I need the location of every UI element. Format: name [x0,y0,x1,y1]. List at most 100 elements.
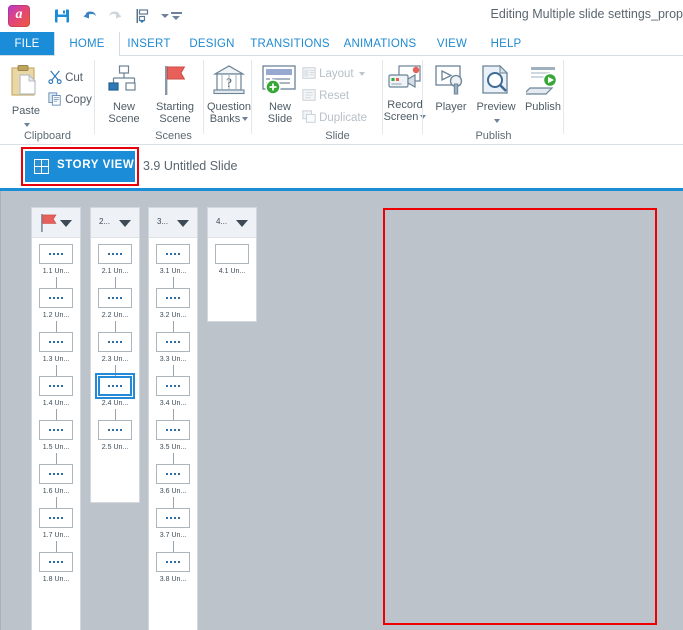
slide-label: 3.8 Un... [159,576,187,583]
question-banks-label-2: Banks [203,113,255,125]
slide-connector [172,453,174,464]
slide-thumbnail[interactable] [39,464,73,484]
chevron-down-icon[interactable] [119,220,131,227]
tab-design[interactable]: DESIGN [180,32,244,56]
align-icon[interactable] [134,7,152,25]
slide-thumbnail[interactable] [156,332,190,352]
slide-thumbnail[interactable] [39,244,73,264]
slide-thumbnail[interactable] [39,288,73,308]
duplicate-button[interactable]: Duplicate [302,110,382,124]
tab-view[interactable]: VIEW [424,32,480,56]
slide-thumbnail[interactable] [156,376,190,396]
question-bank-icon: ? [212,65,246,95]
redo-icon[interactable] [106,7,124,25]
slide-label: 1.6 Un... [42,488,70,495]
slide-thumbnail[interactable] [39,332,73,352]
red-flag-icon [41,214,57,232]
slide-label: 2.4 Un... [101,400,129,407]
slide-label: 3.5 Un... [159,444,187,451]
player-button[interactable]: Player [429,64,473,113]
slide-label: 1.2 Un... [42,312,70,319]
slide-thumbnail[interactable] [156,464,190,484]
cut-button[interactable]: Cut [48,70,94,85]
slide-thumbnail[interactable] [156,508,190,528]
slide-thumbnail[interactable] [156,420,190,440]
scene-column[interactable]: 2... 2.1 Un... 2.2 Un... 2.3 Un... 2.4 Un...… [91,208,139,502]
record-screen-label-2-text: Screen [383,111,419,123]
chevron-down-icon[interactable] [236,220,248,227]
scene-slide-list: 2.1 Un... 2.2 Un... 2.3 Un... 2.4 Un... 2.5 … [91,238,139,453]
paste-label: Paste [11,105,41,117]
slide-thumbnail[interactable] [98,332,132,352]
slide-thumbnail[interactable] [39,420,73,440]
scene-column[interactable]: 1.1 Un... 1.2 Un... 1.3 Un... 1.4 Un... 1.5 … [32,208,80,630]
slide-thumbnail[interactable] [98,420,132,440]
scene-column[interactable]: 3... 3.1 Un... 3.2 Un... 3.3 Un... 3.4 Un...… [149,208,197,630]
new-slide-icon [262,65,296,95]
preview-icon [482,64,509,94]
slide-content-placeholder [166,253,180,255]
slide-content-placeholder [49,385,63,387]
slide-connector [55,365,57,376]
slide-thumbnail[interactable] [156,244,190,264]
tab-transitions[interactable]: TRANSITIONS [244,32,336,56]
chevron-down-icon[interactable] [60,220,72,227]
copy-label: Copy [65,94,92,106]
scene-header[interactable] [32,208,80,238]
tab-file[interactable]: FILE [0,32,54,56]
group-label-slide: Slide [325,130,350,142]
paste-button[interactable]: Paste [4,64,48,131]
slide-label: 3.1 Un... [159,268,187,275]
slide-thumbnail[interactable] [39,552,73,572]
slide-thumbnail[interactable] [95,373,135,399]
reset-icon [302,89,316,101]
scene-column[interactable]: 4... 4.1 Un... [208,208,256,321]
tab-home[interactable]: HOME [54,32,120,57]
tab-animations[interactable]: ANIMATIONS [336,32,424,56]
slide-thumbnail[interactable] [39,508,73,528]
new-slide-button[interactable]: New Slide [258,64,302,125]
chevron-down-icon[interactable] [358,72,365,77]
slide-content-placeholder [49,341,63,343]
slide-thumbnail[interactable] [156,552,190,572]
slide-content-placeholder [166,429,180,431]
chevron-down-icon-2[interactable] [172,16,180,20]
slide-thumbnail[interactable] [215,244,249,264]
scene-header[interactable]: 2... [91,208,139,238]
preview-button[interactable]: Preview [471,64,521,127]
slide-label: 3.2 Un... [159,312,187,319]
reset-button[interactable]: Reset [302,88,378,102]
question-banks-button[interactable]: ? Question Banks [203,64,255,125]
scene-header[interactable]: 3... [149,208,197,238]
chevron-down-icon[interactable] [177,220,189,227]
undo-icon[interactable] [81,7,99,25]
slide-content-placeholder [49,253,63,255]
slide-thumbnail[interactable] [98,288,132,308]
scene-header[interactable]: 4... [208,208,256,238]
tab-insert[interactable]: INSERT [118,32,180,56]
slide-content-placeholder [166,473,180,475]
new-scene-label-2: Scene [108,113,140,125]
chevron-down-icon[interactable] [24,123,30,128]
starting-scene-button[interactable]: Starting Scene [147,64,203,125]
slide-content-placeholder [108,429,122,431]
story-canvas[interactable]: 1.1 Un... 1.2 Un... 1.3 Un... 1.4 Un... 1.5 … [0,191,683,630]
slide-thumbnail[interactable] [98,244,132,264]
chevron-down-icon[interactable] [494,119,500,124]
tab-help[interactable]: HELP [480,32,532,56]
new-scene-button[interactable]: New Scene [101,64,147,125]
save-icon[interactable] [53,7,71,25]
copy-button[interactable]: Copy [48,92,94,106]
chevron-down-icon[interactable] [242,117,249,122]
layout-button[interactable]: Layout [302,66,378,80]
camera-icon [388,65,421,89]
slide-thumbnail[interactable] [39,376,73,396]
reset-label: Reset [319,90,350,102]
slide-connector [55,541,57,552]
duplicate-icon [302,110,316,123]
cut-label: Cut [65,72,83,84]
publish-button[interactable]: Publish [521,64,565,113]
chevron-down-icon-1[interactable] [161,14,169,18]
slide-content-placeholder [108,297,122,299]
slide-thumbnail[interactable] [156,288,190,308]
